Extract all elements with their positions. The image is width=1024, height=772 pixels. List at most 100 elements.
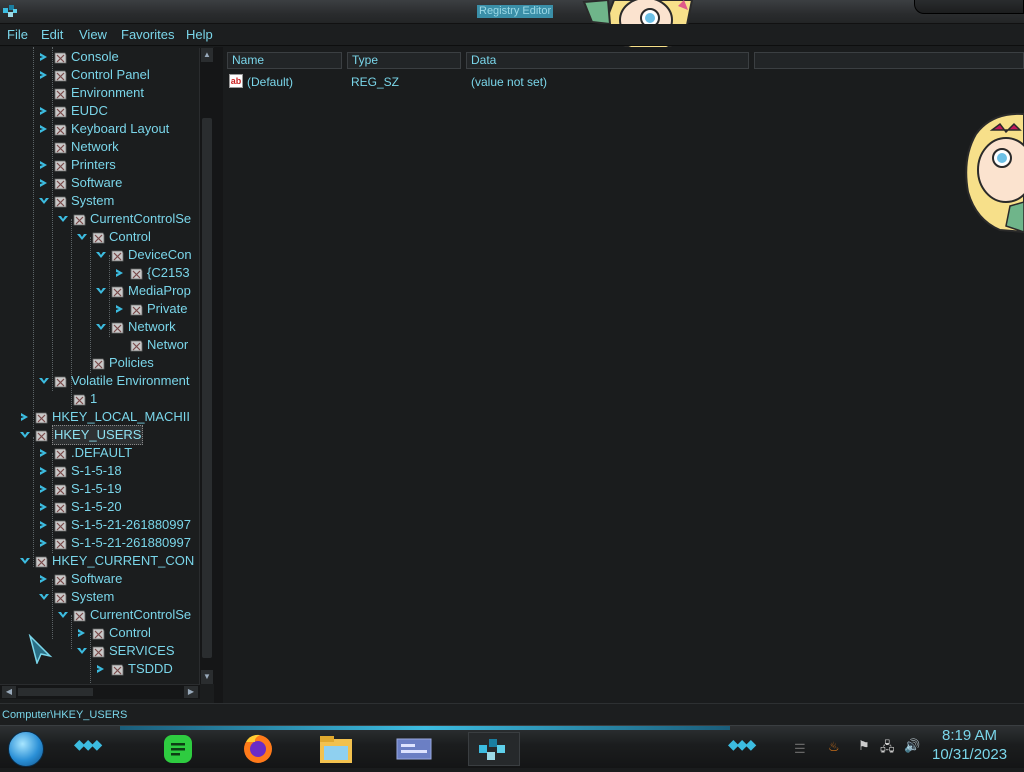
tree-item[interactable]: S-1-5-21-261880997 <box>38 534 191 552</box>
clock-date[interactable]: 10/31/2023 <box>932 746 1007 763</box>
expanded-chevron-icon[interactable] <box>57 214 69 224</box>
collapsed-chevron-icon[interactable] <box>38 484 50 494</box>
collapsed-chevron-icon[interactable] <box>19 412 31 422</box>
tree-item[interactable]: {C2153 <box>114 264 190 282</box>
collapsed-chevron-icon[interactable] <box>38 502 50 512</box>
column-header-data[interactable]: Data <box>466 52 749 69</box>
collapsed-chevron-icon[interactable] <box>38 106 50 116</box>
tree-item[interactable]: System <box>38 588 114 606</box>
collapsed-chevron-icon[interactable] <box>38 160 50 170</box>
column-header-type[interactable]: Type <box>347 52 461 69</box>
tree-item[interactable]: 1 <box>57 390 97 408</box>
tree-item[interactable]: Control Panel <box>38 66 150 84</box>
tree-item[interactable]: S-1-5-19 <box>38 480 122 498</box>
show-hidden-icons[interactable]: ☰ <box>794 741 806 757</box>
tree-item[interactable]: S-1-5-21-261880997 <box>38 516 191 534</box>
collapsed-chevron-icon[interactable] <box>38 70 50 80</box>
registry-editor-icon[interactable] <box>2 3 18 19</box>
tree-item[interactable]: Volatile Environment <box>38 372 190 390</box>
tree-item[interactable]: CurrentControlSe <box>57 606 191 624</box>
menu-file[interactable]: File <box>7 27 28 42</box>
tree-item[interactable]: Control <box>76 228 151 246</box>
expanded-chevron-icon[interactable] <box>95 286 107 296</box>
expanded-chevron-icon[interactable] <box>76 232 88 242</box>
tree-item[interactable]: CurrentControlSe <box>57 210 191 228</box>
tree-item[interactable]: .DEFAULT <box>38 444 132 462</box>
menu-edit[interactable]: Edit <box>41 27 63 42</box>
values-list[interactable]: Name Type Data ab (Default) REG_SZ (valu… <box>223 47 1024 703</box>
tree-item[interactable]: S-1-5-20 <box>38 498 122 516</box>
tree-item[interactable]: HKEY_USERS <box>19 425 144 445</box>
tree-horizontal-scrollbar[interactable]: ◀ ▶ <box>0 684 200 699</box>
registry-editor-icon[interactable] <box>468 732 520 766</box>
expanded-chevron-icon[interactable] <box>95 322 107 332</box>
tree-item[interactable]: Control <box>76 624 151 642</box>
start-button[interactable] <box>8 731 44 767</box>
tree-item[interactable]: Printers <box>38 156 116 174</box>
expanded-chevron-icon[interactable] <box>19 430 31 440</box>
tree-item[interactable]: SERVICES <box>76 642 175 660</box>
tree-item[interactable]: HKEY_LOCAL_MACHII <box>19 408 190 426</box>
scroll-right-button[interactable]: ▶ <box>184 686 198 698</box>
expanded-chevron-icon[interactable] <box>76 646 88 656</box>
window-switcher-icon[interactable] <box>392 732 436 766</box>
collapsed-chevron-icon[interactable] <box>114 268 126 278</box>
tree-item[interactable]: Network <box>38 138 119 156</box>
scroll-up-button[interactable]: ▲ <box>201 48 213 62</box>
collapsed-chevron-icon[interactable] <box>38 124 50 134</box>
tree-item[interactable]: DeviceCon <box>95 246 192 264</box>
expanded-chevron-icon[interactable] <box>57 610 69 620</box>
collapsed-chevron-icon[interactable] <box>38 538 50 548</box>
tree-vertical-scrollbar[interactable]: ▲ ▼ <box>199 48 214 684</box>
registry-tree[interactable]: Console Control Panel Environment EUDC Keybo… <box>0 47 214 703</box>
registry-key-folder-icon <box>54 159 67 172</box>
scroll-left-button[interactable]: ◀ <box>2 686 16 698</box>
scroll-down-button[interactable]: ▼ <box>201 670 213 684</box>
tree-item[interactable]: Console <box>38 48 119 66</box>
collapsed-chevron-icon[interactable] <box>38 466 50 476</box>
collapsed-chevron-icon[interactable] <box>38 52 50 62</box>
tree-item[interactable]: Software <box>38 570 122 588</box>
tree-item[interactable]: EUDC <box>38 102 108 120</box>
expanded-chevron-icon[interactable] <box>38 376 50 386</box>
tree-item[interactable]: Networ <box>114 336 188 354</box>
volume-icon[interactable]: 🔊 <box>904 738 920 754</box>
expanded-chevron-icon[interactable] <box>19 556 31 566</box>
tree-item[interactable]: System <box>38 192 114 210</box>
collapsed-chevron-icon[interactable] <box>38 574 50 584</box>
java-update-icon[interactable]: ♨ <box>828 739 840 755</box>
tree-item[interactable]: HKEY_CURRENT_CON <box>19 552 194 570</box>
clock-time[interactable]: 8:19 AM <box>942 727 997 744</box>
tree-item[interactable]: Keyboard Layout <box>38 120 169 138</box>
notes-app-icon[interactable] <box>156 732 200 766</box>
tree-item[interactable]: Network <box>95 318 176 336</box>
collapsed-chevron-icon[interactable] <box>114 304 126 314</box>
pane-splitter[interactable] <box>214 47 223 703</box>
collapsed-chevron-icon[interactable] <box>38 178 50 188</box>
column-header-name[interactable]: Name <box>227 52 342 69</box>
tree-item[interactable]: Private <box>114 300 187 318</box>
tree-item[interactable]: Software <box>38 174 122 192</box>
menu-favorites[interactable]: Favorites <box>121 27 174 42</box>
firefox-icon[interactable] <box>236 732 280 766</box>
collapsed-chevron-icon[interactable] <box>95 664 107 674</box>
tree-item[interactable]: TSDDD <box>95 660 173 678</box>
window-controls[interactable] <box>914 0 1024 14</box>
scroll-thumb-horizontal[interactable] <box>18 688 93 696</box>
expanded-chevron-icon[interactable] <box>38 592 50 602</box>
network-icon[interactable]: 🖧 <box>880 738 895 760</box>
tree-item[interactable]: MediaProp <box>95 282 191 300</box>
expanded-chevron-icon[interactable] <box>95 250 107 260</box>
collapsed-chevron-icon[interactable] <box>38 448 50 458</box>
expanded-chevron-icon[interactable] <box>38 196 50 206</box>
menu-help[interactable]: Help <box>186 27 213 42</box>
tree-item[interactable]: Environment <box>38 84 144 102</box>
scroll-thumb[interactable] <box>202 118 212 658</box>
file-explorer-icon[interactable] <box>314 732 358 766</box>
tree-item[interactable]: S-1-5-18 <box>38 462 122 480</box>
menu-view[interactable]: View <box>79 27 107 42</box>
collapsed-chevron-icon[interactable] <box>76 628 88 638</box>
action-center-flag-icon[interactable]: ⚑ <box>858 738 870 754</box>
tree-item[interactable]: Policies <box>76 354 154 372</box>
collapsed-chevron-icon[interactable] <box>38 520 50 530</box>
